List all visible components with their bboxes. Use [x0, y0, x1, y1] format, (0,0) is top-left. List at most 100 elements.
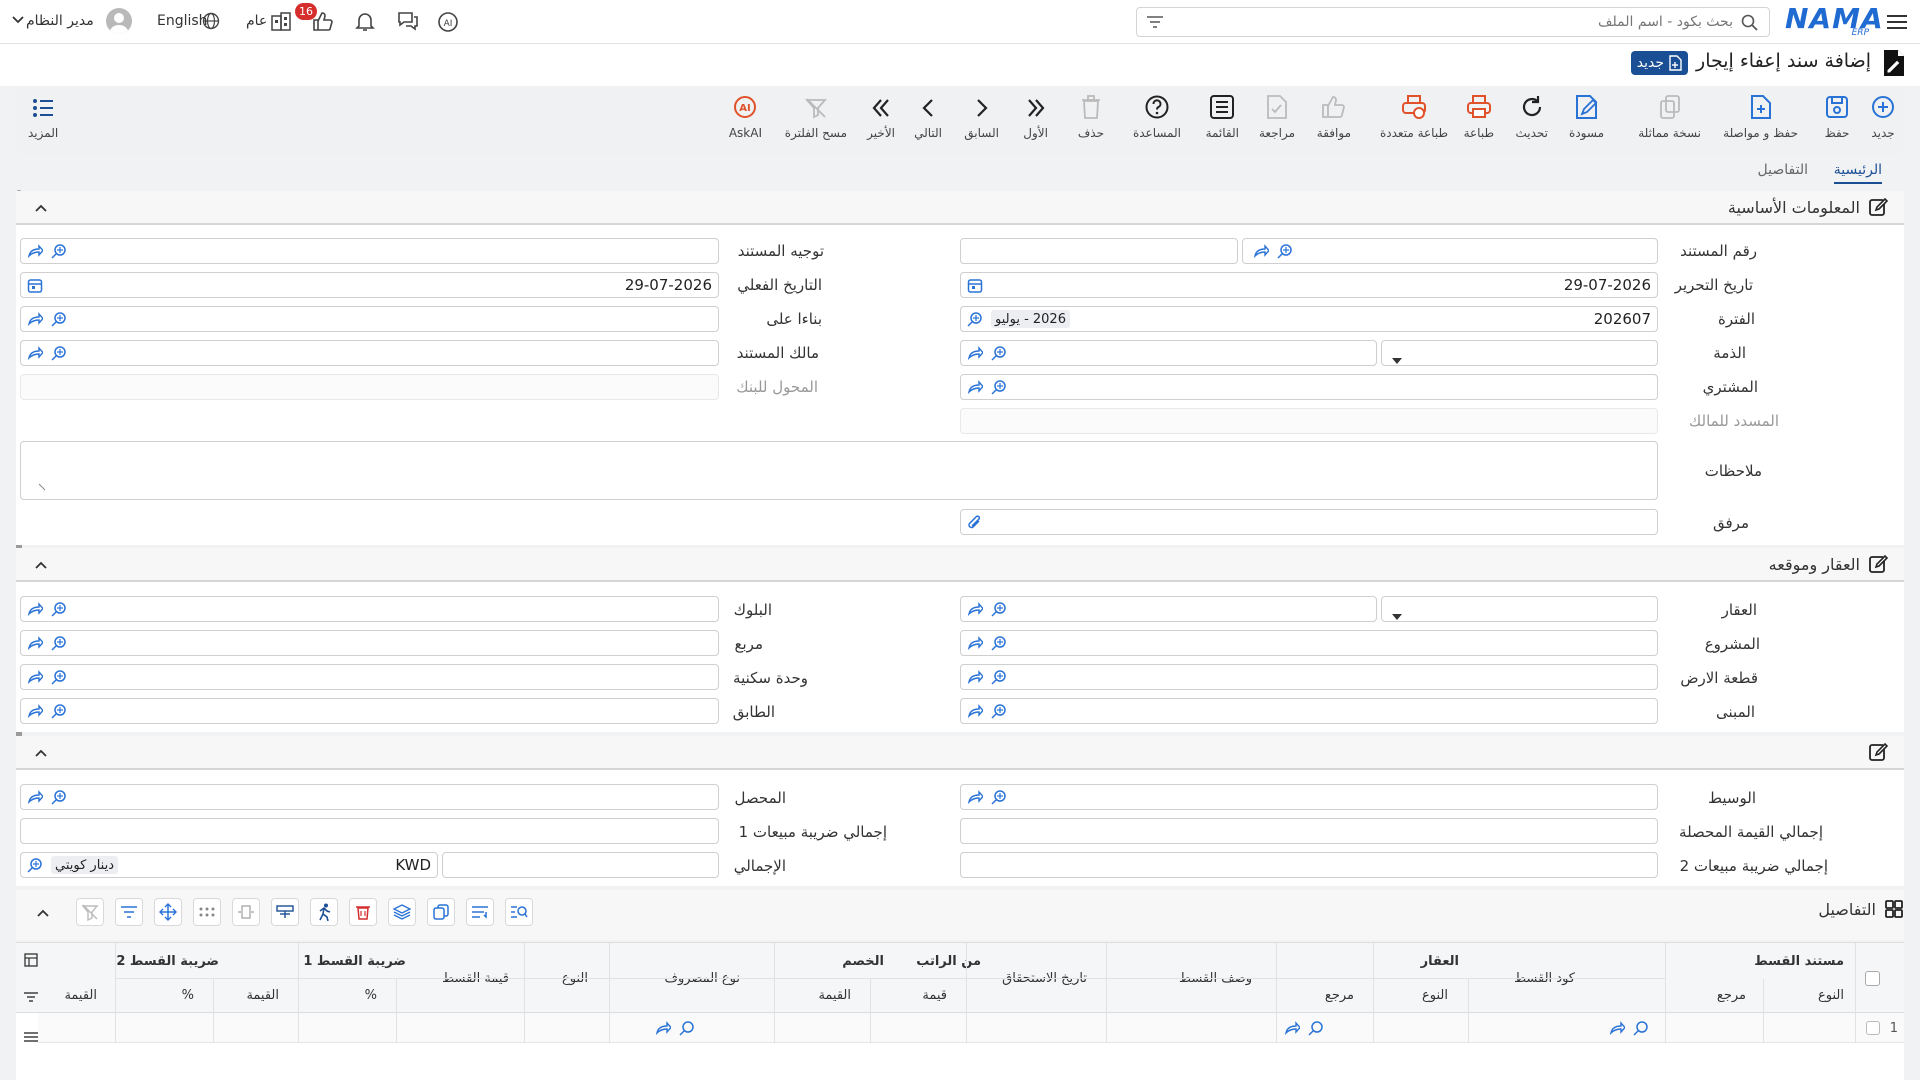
zoom-search-button[interactable] — [505, 898, 533, 926]
avatar[interactable] — [106, 8, 132, 34]
edit-date-field[interactable]: 29-07-2026 — [960, 272, 1658, 298]
row-menu-icon[interactable] — [24, 1029, 38, 1047]
delete-row-button[interactable] — [349, 898, 377, 926]
share-arrow-icon[interactable] — [967, 601, 983, 617]
search-input[interactable] — [1177, 13, 1733, 31]
doc-owner-field[interactable] — [20, 340, 719, 366]
col-tax1-pct[interactable]: % — [365, 988, 377, 1003]
col-doc-reference[interactable]: مرجع — [1717, 988, 1746, 1003]
review-button[interactable]: مراجعة — [1259, 86, 1295, 154]
chevron-up-icon[interactable] — [34, 744, 48, 762]
total-tax1-field[interactable] — [20, 818, 719, 844]
tab-details[interactable]: التفاصيل — [1758, 162, 1808, 178]
doc-number-extra-field[interactable] — [960, 238, 1238, 264]
layers-button[interactable] — [388, 898, 416, 926]
grid-filter-button[interactable] — [115, 898, 143, 926]
search-plus-icon[interactable] — [1277, 243, 1293, 259]
building-icon[interactable] — [270, 11, 292, 31]
search-plus-icon[interactable] — [51, 243, 67, 259]
search-plus-icon[interactable] — [991, 345, 1007, 361]
project-field[interactable] — [960, 630, 1658, 656]
share-arrow-icon[interactable] — [27, 311, 43, 327]
total-field[interactable] — [442, 852, 719, 878]
bell-icon[interactable] — [354, 10, 376, 32]
user-name[interactable]: مدير النظام — [26, 13, 94, 29]
total-collected-field[interactable] — [960, 818, 1658, 844]
share-arrow-icon[interactable] — [967, 345, 983, 361]
tab-main[interactable]: الرئيسية — [1833, 162, 1882, 184]
property-type-select[interactable] — [1381, 596, 1658, 622]
resize-handle-icon[interactable] — [37, 478, 47, 496]
search-plus-icon[interactable] — [679, 1020, 695, 1036]
global-search[interactable] — [1136, 7, 1770, 37]
search-plus-icon[interactable] — [1633, 1020, 1649, 1036]
share-arrow-icon[interactable] — [27, 601, 43, 617]
run-button[interactable] — [310, 898, 338, 926]
property-field[interactable] — [960, 596, 1377, 622]
search-plus-icon[interactable] — [991, 669, 1007, 685]
share-arrow-icon[interactable] — [27, 789, 43, 805]
col-salary-value[interactable]: قيمة — [922, 988, 947, 1003]
search-plus-icon[interactable] — [51, 789, 67, 805]
share-arrow-icon[interactable] — [967, 379, 983, 395]
col-tax2-value[interactable]: القيمة — [64, 988, 97, 1003]
filter-icon[interactable] — [24, 989, 38, 1007]
first-button[interactable]: الأول — [1023, 86, 1048, 154]
filter-icon[interactable] — [1147, 15, 1163, 29]
select-all-checkbox[interactable] — [1865, 971, 1880, 986]
copy-button[interactable]: نسخة مماثلة — [1638, 86, 1701, 154]
buyer-field[interactable] — [960, 374, 1658, 400]
column-fit-button[interactable] — [232, 898, 260, 926]
chevron-down-icon[interactable] — [12, 15, 24, 25]
search-plus-icon[interactable] — [51, 635, 67, 651]
share-arrow-icon[interactable] — [1284, 1020, 1300, 1036]
account-type-select[interactable] — [1381, 340, 1658, 366]
broker-field[interactable] — [960, 784, 1658, 810]
search-plus-icon[interactable] — [51, 703, 67, 719]
previous-button[interactable]: السابق — [964, 86, 999, 154]
ai-assistant-icon[interactable]: AI — [436, 10, 460, 34]
share-arrow-icon[interactable] — [27, 669, 43, 685]
more-button[interactable]: المزيد — [28, 86, 58, 154]
approve-button[interactable]: موافقة — [1317, 86, 1351, 154]
share-arrow-icon[interactable] — [967, 635, 983, 651]
share-arrow-icon[interactable] — [27, 243, 43, 259]
draft-button[interactable]: مسودة — [1569, 86, 1604, 154]
scope-label[interactable]: عام — [246, 13, 267, 29]
col-tax2-pct[interactable]: % — [182, 988, 194, 1003]
menu-icon[interactable] — [1886, 12, 1908, 32]
search-plus-icon[interactable] — [991, 601, 1007, 617]
search-icon[interactable] — [1741, 14, 1759, 32]
actual-date-field[interactable]: 29-07-2026 — [20, 272, 719, 298]
search-plus-icon[interactable] — [991, 635, 1007, 651]
search-plus-icon[interactable] — [967, 311, 983, 327]
print-button[interactable]: طباعة — [1464, 86, 1494, 154]
paperclip-icon[interactable] — [967, 514, 983, 536]
copy-row-button[interactable] — [427, 898, 455, 926]
chevron-up-icon[interactable] — [34, 556, 48, 574]
delete-button[interactable]: حذف — [1078, 86, 1104, 154]
col-tax1-value[interactable]: القيمة — [246, 988, 279, 1003]
help-button[interactable]: المساعدة — [1133, 86, 1181, 154]
share-arrow-icon[interactable] — [27, 703, 43, 719]
search-plus-icon[interactable] — [51, 601, 67, 617]
col-doc-type[interactable]: النوع — [1818, 988, 1844, 1003]
search-plus-icon[interactable] — [27, 857, 43, 873]
col-discount-value[interactable]: القيمة — [818, 988, 851, 1003]
wrap-button[interactable] — [466, 898, 494, 926]
col-prop-reference[interactable]: مرجع — [1325, 988, 1354, 1003]
grid-clear-filter-button[interactable] — [76, 898, 104, 926]
period-field[interactable]: 202607 2026 - يوليو — [960, 306, 1658, 332]
square-field[interactable] — [20, 630, 719, 656]
col-prop-type[interactable]: النوع — [1422, 988, 1448, 1003]
caret-down-icon[interactable] — [1392, 606, 1402, 624]
attachment-field[interactable] — [960, 509, 1658, 535]
table-settings-icon[interactable] — [24, 953, 38, 971]
share-arrow-icon[interactable] — [967, 789, 983, 805]
building-field[interactable] — [960, 698, 1658, 724]
move-button[interactable] — [154, 898, 182, 926]
share-arrow-icon[interactable] — [1253, 243, 1269, 259]
search-plus-icon[interactable] — [991, 379, 1007, 395]
multi-print-button[interactable]: طباعة متعددة — [1380, 86, 1448, 154]
chat-icon[interactable] — [396, 10, 420, 32]
